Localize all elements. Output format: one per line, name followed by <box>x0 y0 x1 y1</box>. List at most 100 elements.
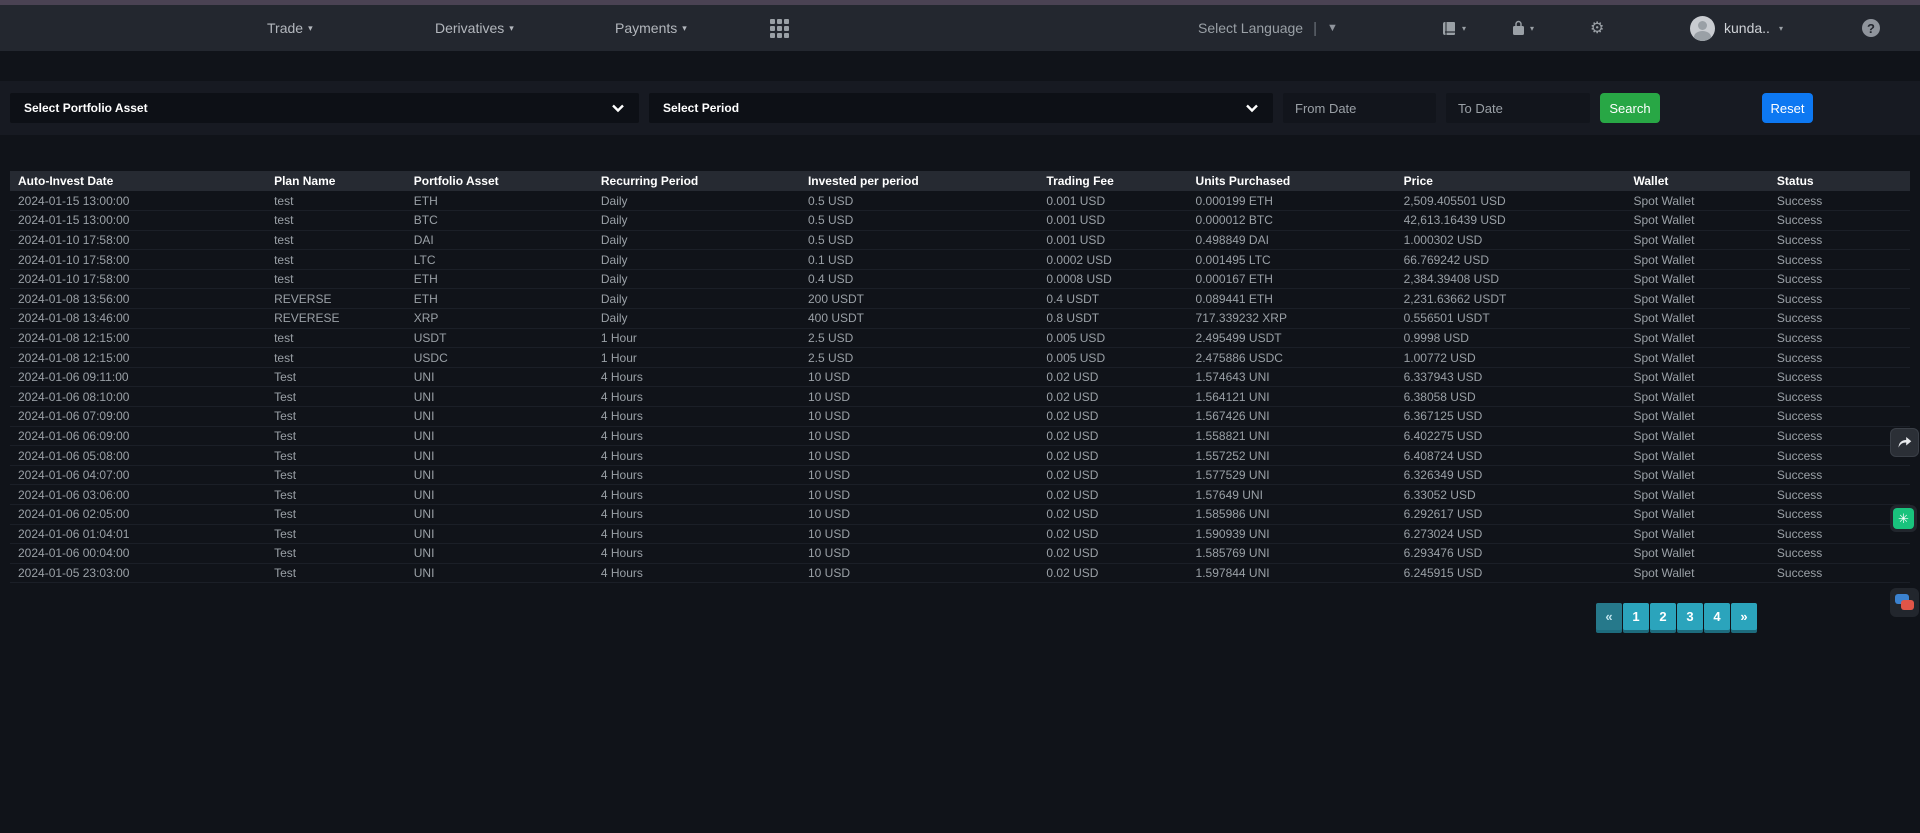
table-cell: 0.5 USD <box>808 191 1046 211</box>
table-cell: 2024-01-06 02:05:00 <box>10 505 274 525</box>
table-cell: 0.02 USD <box>1046 485 1195 505</box>
table-cell: Spot Wallet <box>1633 485 1776 505</box>
table-cell: UNI <box>414 544 601 564</box>
table-cell: 6.367125 USD <box>1404 407 1634 427</box>
table-cell: 0.001495 LTC <box>1196 250 1404 270</box>
table-cell: 0.556501 USDT <box>1404 309 1634 329</box>
table-cell: 2024-01-10 17:58:00 <box>10 269 274 289</box>
table-cell: DAI <box>414 230 601 250</box>
pagination-next-button[interactable]: » <box>1731 603 1757 630</box>
portfolio-asset-select[interactable]: Select Portfolio Asset <box>10 93 639 123</box>
table-cell: Success <box>1777 348 1910 368</box>
table-cell: 0.005 USD <box>1046 348 1195 368</box>
table-cell: Success <box>1777 269 1910 289</box>
table-cell: Success <box>1777 465 1910 485</box>
nav-payments-label: Payments <box>615 20 677 36</box>
chevron-down-icon <box>611 101 625 115</box>
table-cell: UNI <box>414 387 601 407</box>
table-cell: UNI <box>414 367 601 387</box>
pagination-page-button[interactable]: 2 <box>1650 603 1676 630</box>
username: kunda.. <box>1724 20 1770 36</box>
nav-menu-derivatives[interactable]: Derivatives ▾ <box>435 5 514 51</box>
table-cell: Success <box>1777 328 1910 348</box>
table-cell: 2,509.405501 USD <box>1404 191 1634 211</box>
table-cell: Daily <box>601 211 808 231</box>
table-cell: 2024-01-06 05:08:00 <box>10 446 274 466</box>
table-cell: 0.005 USD <box>1046 328 1195 348</box>
table-cell: 4 Hours <box>601 367 808 387</box>
column-header: Invested per period <box>808 171 1046 191</box>
chatgpt-extension-button[interactable]: ✳ <box>1890 505 1917 532</box>
to-date-input[interactable] <box>1446 93 1590 123</box>
table-cell: 0.02 USD <box>1046 505 1195 525</box>
column-header: Recurring Period <box>601 171 808 191</box>
pagination-page-button[interactable]: 3 <box>1677 603 1703 630</box>
table-header-row: Auto-Invest DatePlan NamePortfolio Asset… <box>10 171 1910 191</box>
search-button[interactable]: Search <box>1600 93 1660 123</box>
from-date-input[interactable] <box>1283 93 1436 123</box>
table-cell: 6.33052 USD <box>1404 485 1634 505</box>
table-body: 2024-01-15 13:00:00testETHDaily0.5 USD0.… <box>10 191 1910 583</box>
table-cell: test <box>274 211 414 231</box>
table-cell: 2024-01-08 13:46:00 <box>10 309 274 329</box>
share-arrow-icon <box>1896 434 1913 451</box>
chevron-down-icon: ▾ <box>1779 24 1783 33</box>
table-cell: Test <box>274 563 414 583</box>
table-cell: Test <box>274 367 414 387</box>
reset-button[interactable]: Reset <box>1762 93 1813 123</box>
table-row: 2024-01-08 12:15:00testUSDC1 Hour2.5 USD… <box>10 348 1910 368</box>
table-row: 2024-01-10 17:58:00testETHDaily0.4 USD0.… <box>10 269 1910 289</box>
chat-extension-button[interactable] <box>1890 588 1919 617</box>
table-cell: Test <box>274 426 414 446</box>
chevron-down-icon: ▾ <box>682 23 687 34</box>
avatar <box>1690 16 1715 41</box>
language-label: Select Language <box>1198 20 1303 36</box>
language-dropdown-arrow-icon: ▼ <box>1327 22 1338 34</box>
table-cell: 0.02 USD <box>1046 387 1195 407</box>
table-cell: UNI <box>414 524 601 544</box>
table-cell: test <box>274 348 414 368</box>
table-row: 2024-01-06 00:04:00TestUNI4 Hours10 USD0… <box>10 544 1910 564</box>
wallet-book-menu[interactable]: ▾ <box>1441 5 1466 51</box>
table-header: Auto-Invest DatePlan NamePortfolio Asset… <box>10 171 1910 191</box>
table-cell: Test <box>274 544 414 564</box>
pagination-prev-button[interactable]: « <box>1596 603 1622 630</box>
language-selector[interactable]: Select Language | ▼ <box>1198 5 1338 51</box>
column-header: Auto-Invest Date <box>10 171 274 191</box>
table-cell: 0.9998 USD <box>1404 328 1634 348</box>
table-cell: 2.475886 USDC <box>1196 348 1404 368</box>
table-cell: Success <box>1777 367 1910 387</box>
nav-menu-payments[interactable]: Payments ▾ <box>615 5 687 51</box>
table-cell: 0.1 USD <box>808 250 1046 270</box>
table-cell: Test <box>274 387 414 407</box>
table-cell: Spot Wallet <box>1633 328 1776 348</box>
table-cell: test <box>274 230 414 250</box>
table-cell: 0.02 USD <box>1046 426 1195 446</box>
table-cell: Spot Wallet <box>1633 563 1776 583</box>
table-cell: 10 USD <box>808 505 1046 525</box>
column-header: Status <box>1777 171 1910 191</box>
table-cell: 2024-01-06 07:09:00 <box>10 407 274 427</box>
share-extension-button[interactable] <box>1890 428 1919 457</box>
table-cell: 6.337943 USD <box>1404 367 1634 387</box>
period-select[interactable]: Select Period <box>649 93 1273 123</box>
pagination: « 1234 » <box>1596 603 1757 630</box>
column-header: Price <box>1404 171 1634 191</box>
table-cell: 0.02 USD <box>1046 446 1195 466</box>
help-button[interactable]: ? <box>1862 5 1880 51</box>
user-account-menu[interactable]: kunda.. ▾ <box>1690 5 1783 51</box>
table-cell: 1.574643 UNI <box>1196 367 1404 387</box>
table-cell: 1.564121 UNI <box>1196 387 1404 407</box>
settings-gear-icon[interactable]: ⚙ <box>1590 5 1604 51</box>
table-cell: Daily <box>601 230 808 250</box>
table-row: 2024-01-05 23:03:00TestUNI4 Hours10 USD0… <box>10 563 1910 583</box>
table-cell: 0.02 USD <box>1046 367 1195 387</box>
pagination-page-button[interactable]: 4 <box>1704 603 1730 630</box>
pagination-page-button[interactable]: 1 <box>1623 603 1649 630</box>
assets-bag-menu[interactable]: ▾ <box>1511 5 1534 51</box>
nav-derivatives-label: Derivatives <box>435 20 504 36</box>
table-cell: 2024-01-06 01:04:01 <box>10 524 274 544</box>
nav-menu-trade[interactable]: Trade ▾ <box>267 5 313 51</box>
apps-grid-icon[interactable] <box>770 19 789 38</box>
table-cell: ETH <box>414 289 601 309</box>
